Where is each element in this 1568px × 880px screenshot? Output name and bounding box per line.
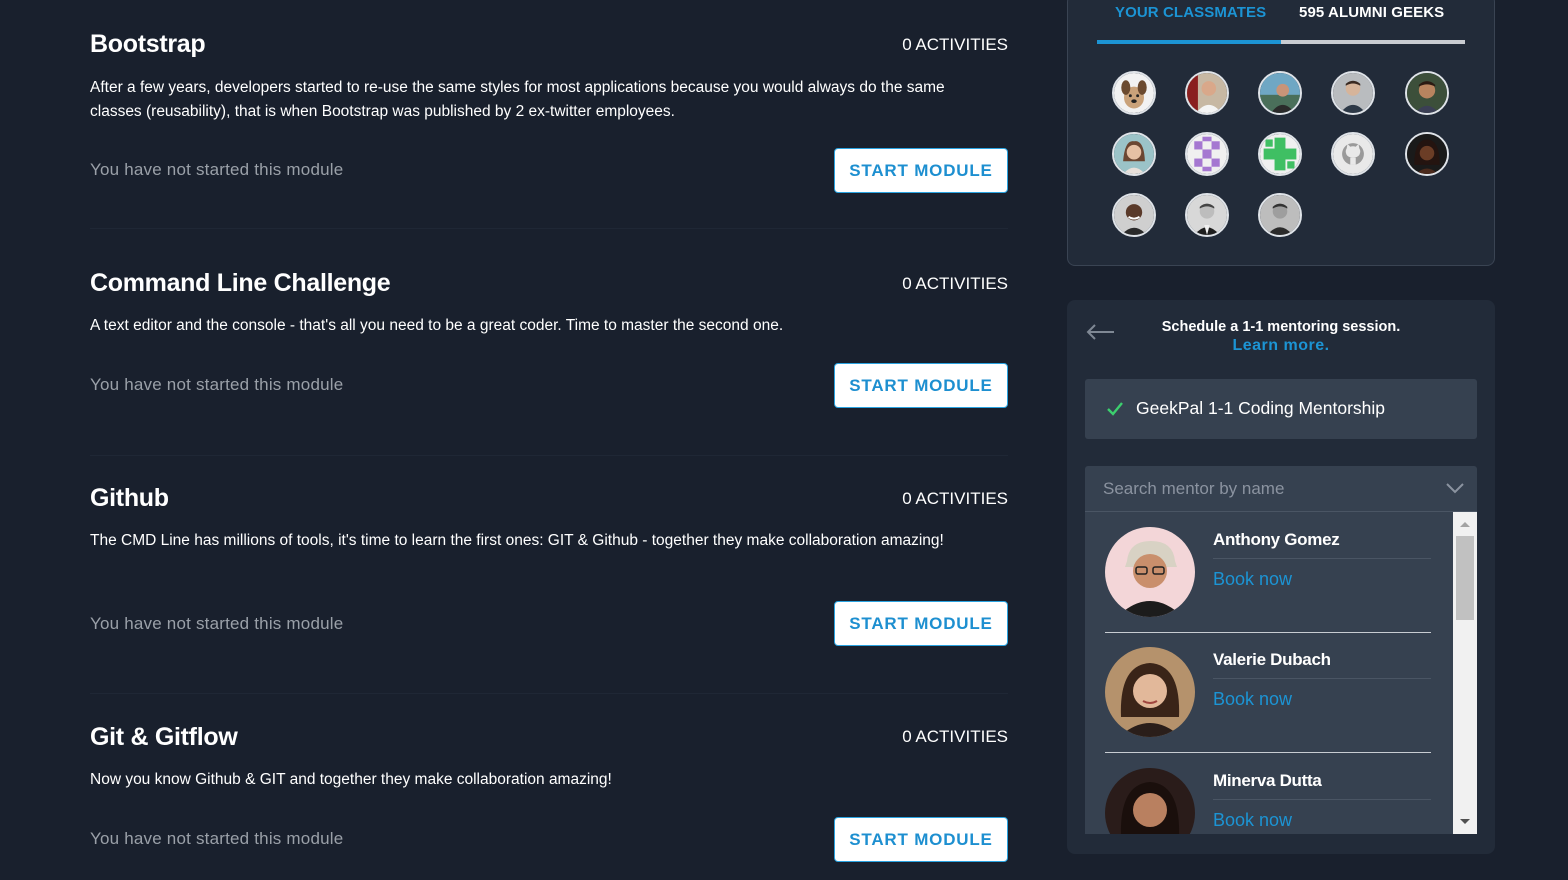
classmate-avatar-person-icon[interactable] [1112,193,1156,237]
classmate-avatar-person-icon[interactable] [1331,71,1375,115]
mentor-avatar [1105,647,1195,737]
classmate-avatar-person-icon[interactable] [1112,132,1156,176]
start-module-button[interactable]: START MODULE [834,363,1008,408]
scroll-thumb[interactable] [1456,536,1474,620]
mentor-name: Anthony Gomez [1213,530,1340,549]
check-icon [1107,402,1123,416]
mentorship-panel: Schedule a 1-1 mentoring session. Learn … [1067,300,1495,854]
start-module-button[interactable]: START MODULE [834,601,1008,646]
scroll-down-arrow-icon[interactable] [1453,812,1477,832]
classmate-avatar-person-icon[interactable] [1258,193,1302,237]
classmate-avatar-person-icon[interactable] [1405,71,1449,115]
classmate-avatar-github-icon[interactable] [1331,132,1375,176]
learn-more-link[interactable]: Learn more. [1067,337,1495,355]
mentor-list-scrollbar[interactable] [1453,512,1477,834]
classmate-avatar-person-icon[interactable] [1258,71,1302,115]
module-card-command-line: Command Line Challenge 0 ACTIVITIES A te… [90,228,1008,466]
mentor-list: Anthony Gomez Book now Valerie Dubach Bo… [1085,512,1477,834]
classmate-avatar-green-identicon-icon[interactable] [1258,132,1302,176]
active-tab-indicator [1097,40,1281,44]
module-card-bootstrap: Bootstrap 0 ACTIVITIES After a few years… [90,0,1008,228]
mentorship-program-option[interactable]: GeekPal 1-1 Coding Mentorship [1085,379,1477,439]
classmate-avatar-person-icon[interactable] [1185,193,1229,237]
chevron-down-icon[interactable] [1445,481,1465,495]
module-description: Now you know Github & GIT and together t… [90,771,612,788]
module-description: A text editor and the console - that's a… [90,317,784,334]
book-now-link[interactable]: Book now [1213,689,1292,710]
module-title: Command Line Challenge [90,269,391,297]
program-label: GeekPal 1-1 Coding Mentorship [1136,398,1386,418]
module-card-git-gitflow: Git & Gitflow 0 ACTIVITIES Now you know … [90,693,1008,880]
mentor-divider [1213,799,1431,800]
classmate-avatar-person-icon[interactable] [1185,71,1229,115]
start-module-button[interactable]: START MODULE [834,817,1008,862]
mentor-list-item: Anthony Gomez Book now [1105,512,1431,633]
module-activity-count: 0 ACTIVITIES [902,35,1008,54]
scroll-up-arrow-icon[interactable] [1453,514,1477,534]
mentor-search-input[interactable] [1085,466,1435,511]
module-status: You have not started this module [90,375,344,394]
module-description: The CMD Line has millions of tools, it's… [90,532,944,549]
book-now-link[interactable]: Book now [1213,569,1292,590]
start-module-button[interactable]: START MODULE [834,148,1008,193]
book-now-link[interactable]: Book now [1213,810,1292,831]
module-status: You have not started this module [90,829,344,848]
mentor-avatar [1105,527,1195,617]
mentor-name: Minerva Dutta [1213,771,1322,790]
module-card-github: Github 0 ACTIVITIES The CMD Line has mil… [90,455,1008,695]
module-title: Bootstrap [90,30,206,58]
mentor-list-item: Minerva Dutta Book now [1105,753,1431,834]
module-activity-count: 0 ACTIVITIES [902,489,1008,508]
mentor-divider [1213,678,1431,679]
classmates-panel: YOUR CLASSMATES 595 ALUMNI GEEKS [1067,0,1495,266]
classmate-avatar-purple-identicon-icon[interactable] [1185,132,1229,176]
module-activity-count: 0 ACTIVITIES [902,727,1008,746]
mentor-name: Valerie Dubach [1213,650,1331,669]
mentor-search [1085,466,1477,512]
schedule-session-text: Schedule a 1-1 mentoring session. [1161,319,1401,335]
module-title: Github [90,484,169,512]
module-activity-count: 0 ACTIVITIES [902,274,1008,293]
classmate-avatar-person-icon[interactable] [1405,132,1449,176]
mentor-list-item: Valerie Dubach Book now [1105,632,1431,753]
module-title: Git & Gitflow [90,723,238,751]
tab-alumni-geeks[interactable]: 595 ALUMNI GEEKS [1299,4,1444,21]
classmate-avatar-dog-icon[interactable] [1112,71,1156,115]
tab-your-classmates[interactable]: YOUR CLASSMATES [1115,4,1266,21]
module-status: You have not started this module [90,160,344,179]
module-status: You have not started this module [90,614,344,633]
mentor-avatar [1105,768,1195,834]
mentor-divider [1213,558,1431,559]
module-description: After a few years, developers started to… [90,79,945,120]
inactive-tab-line [1281,40,1465,44]
